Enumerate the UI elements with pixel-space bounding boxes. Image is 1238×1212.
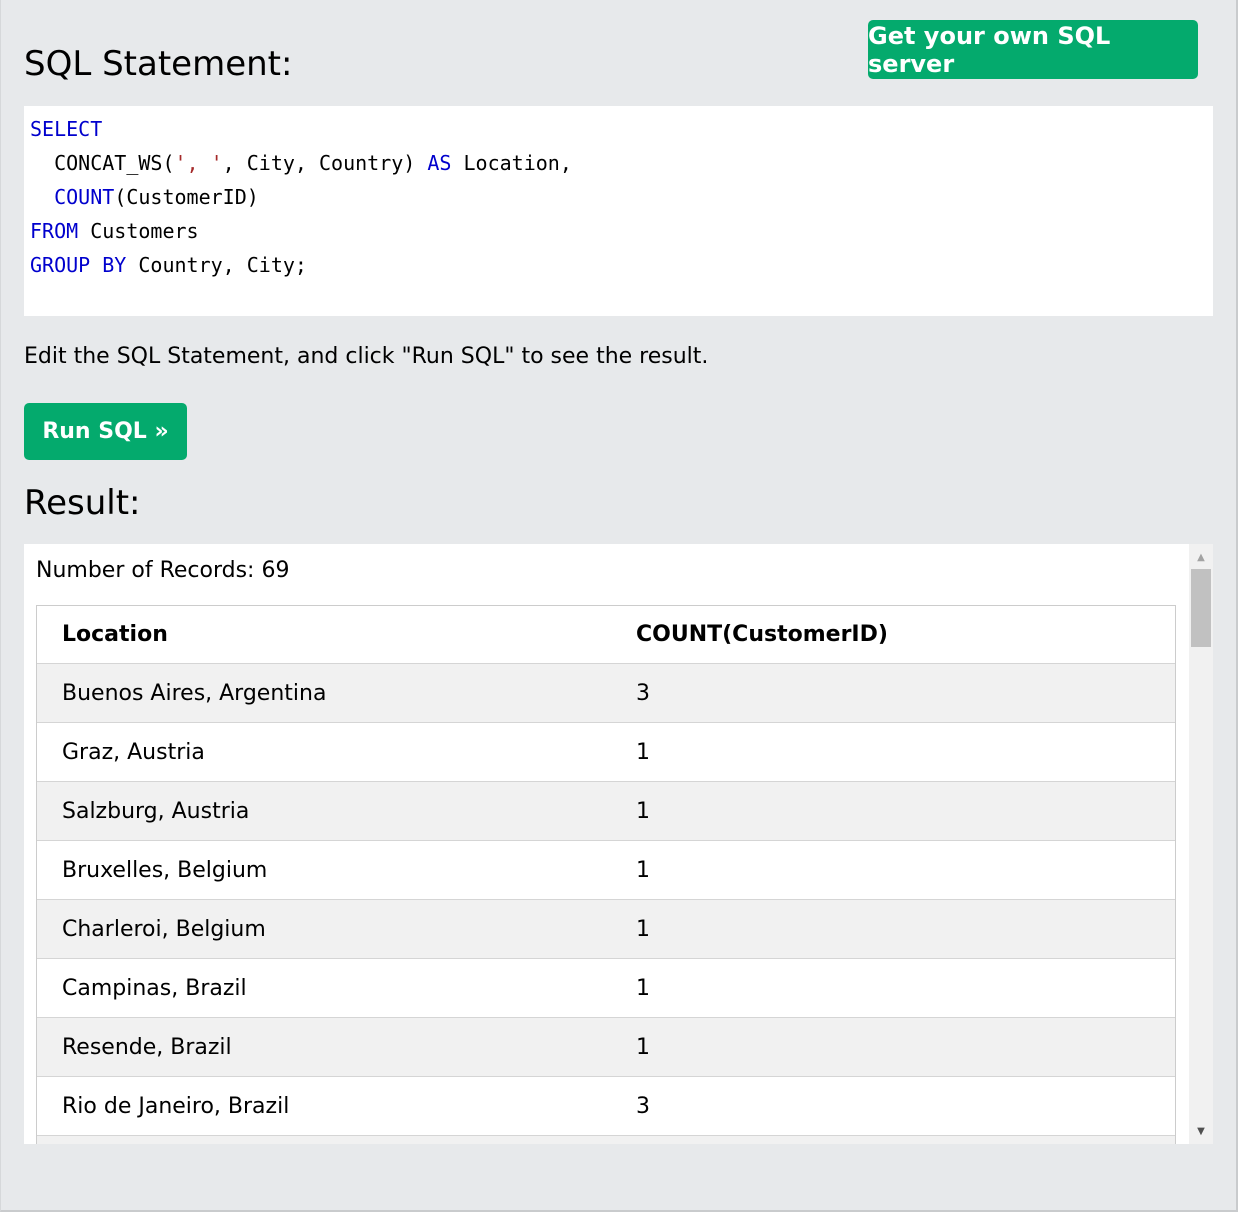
- code-keyword: SELECT: [30, 117, 103, 141]
- get-sql-server-button[interactable]: Get your own SQL server: [868, 20, 1198, 79]
- vertical-scrollbar[interactable]: ▲ ▼: [1189, 544, 1213, 1144]
- code-keyword: GROUP BY: [30, 253, 127, 277]
- table-header-row: Location COUNT(CustomerID): [37, 606, 1175, 664]
- table-row: Buenos Aires, Argentina 3: [37, 664, 1175, 723]
- cell-location: Bruxelles, Belgium: [62, 857, 268, 883]
- code-keyword: FROM: [30, 219, 79, 243]
- scroll-down-arrow-icon[interactable]: ▼: [1189, 1120, 1213, 1142]
- sql-code-editor[interactable]: SELECT CONCAT_WS(', ', City, Country) AS…: [24, 106, 1213, 316]
- result-title: Result:: [24, 483, 141, 523]
- table-row: Bruxelles, Belgium 1: [37, 841, 1175, 900]
- column-header-location: Location: [62, 622, 168, 647]
- cell-location: Charleroi, Belgium: [62, 916, 266, 942]
- cell-count: 1: [636, 739, 650, 765]
- scroll-up-arrow-icon[interactable]: ▲: [1189, 546, 1213, 568]
- code-text: CONCAT_WS(: [30, 151, 175, 175]
- cell-count: 1: [636, 798, 650, 824]
- cell-count: 3: [636, 1093, 650, 1119]
- cell-location: Rio de Janeiro, Brazil: [62, 1093, 290, 1119]
- table-row: Resende, Brazil 1: [37, 1018, 1175, 1077]
- code-text: (CustomerID): [114, 185, 259, 209]
- cell-count: 1: [636, 1034, 650, 1060]
- code-keyword: AS: [427, 151, 452, 175]
- cell-location: Buenos Aires, Argentina: [62, 680, 327, 706]
- table-row: Charleroi, Belgium 1: [37, 900, 1175, 959]
- table-row: Campinas, Brazil 1: [37, 959, 1175, 1018]
- scrollbar-thumb[interactable]: [1191, 569, 1211, 647]
- table-row-partial: [37, 1136, 1175, 1144]
- result-table: Location COUNT(CustomerID) Buenos Aires,…: [36, 605, 1176, 1144]
- table-row: Rio de Janeiro, Brazil 3: [37, 1077, 1175, 1136]
- code-text: Customers: [78, 219, 199, 243]
- cell-count: 3: [636, 680, 650, 706]
- cell-location: Resende, Brazil: [62, 1034, 232, 1060]
- cell-location: Salzburg, Austria: [62, 798, 250, 824]
- table-row: Graz, Austria 1: [37, 723, 1175, 782]
- instruction-text: Edit the SQL Statement, and click "Run S…: [24, 344, 709, 369]
- cell-count: 1: [636, 916, 650, 942]
- records-count: Number of Records: 69: [36, 558, 290, 583]
- code-text: , City, Country): [222, 151, 428, 175]
- table-row: Salzburg, Austria 1: [37, 782, 1175, 841]
- cell-count: 1: [636, 975, 650, 1001]
- code-text: Country, City;: [126, 253, 307, 277]
- column-header-count: COUNT(CustomerID): [636, 622, 888, 647]
- cell-location: Campinas, Brazil: [62, 975, 247, 1001]
- run-sql-button[interactable]: Run SQL »: [24, 403, 187, 460]
- result-panel[interactable]: Number of Records: 69 Location COUNT(Cus…: [24, 544, 1213, 1144]
- code-string: ', ': [174, 151, 223, 175]
- code-text: Location,: [451, 151, 572, 175]
- code-keyword: COUNT: [54, 185, 115, 209]
- cell-location: Graz, Austria: [62, 739, 205, 765]
- cell-count: 1: [636, 857, 650, 883]
- sql-statement-title: SQL Statement:: [24, 44, 293, 84]
